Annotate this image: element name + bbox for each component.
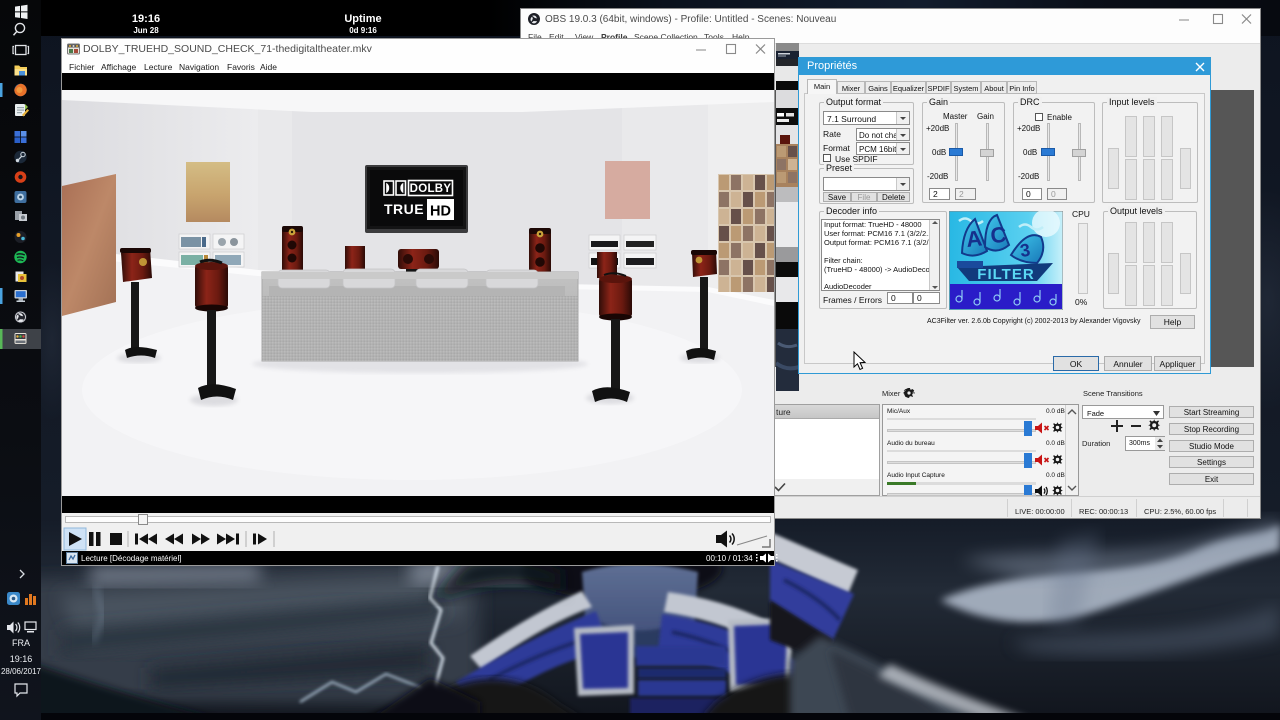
svg-text:A: A <box>965 225 984 252</box>
svg-text:DOLBY: DOLBY <box>410 183 452 195</box>
svg-text:28/06/2017: 28/06/2017 <box>1 667 41 676</box>
svg-text:TRUE: TRUE <box>384 201 424 217</box>
svg-text:19:16: 19:16 <box>10 654 33 664</box>
svg-text:HD: HD <box>430 204 451 220</box>
svg-text:FRA: FRA <box>12 638 30 648</box>
svg-text:FILTER: FILTER <box>977 266 1034 283</box>
svg-text:C: C <box>990 222 1008 248</box>
